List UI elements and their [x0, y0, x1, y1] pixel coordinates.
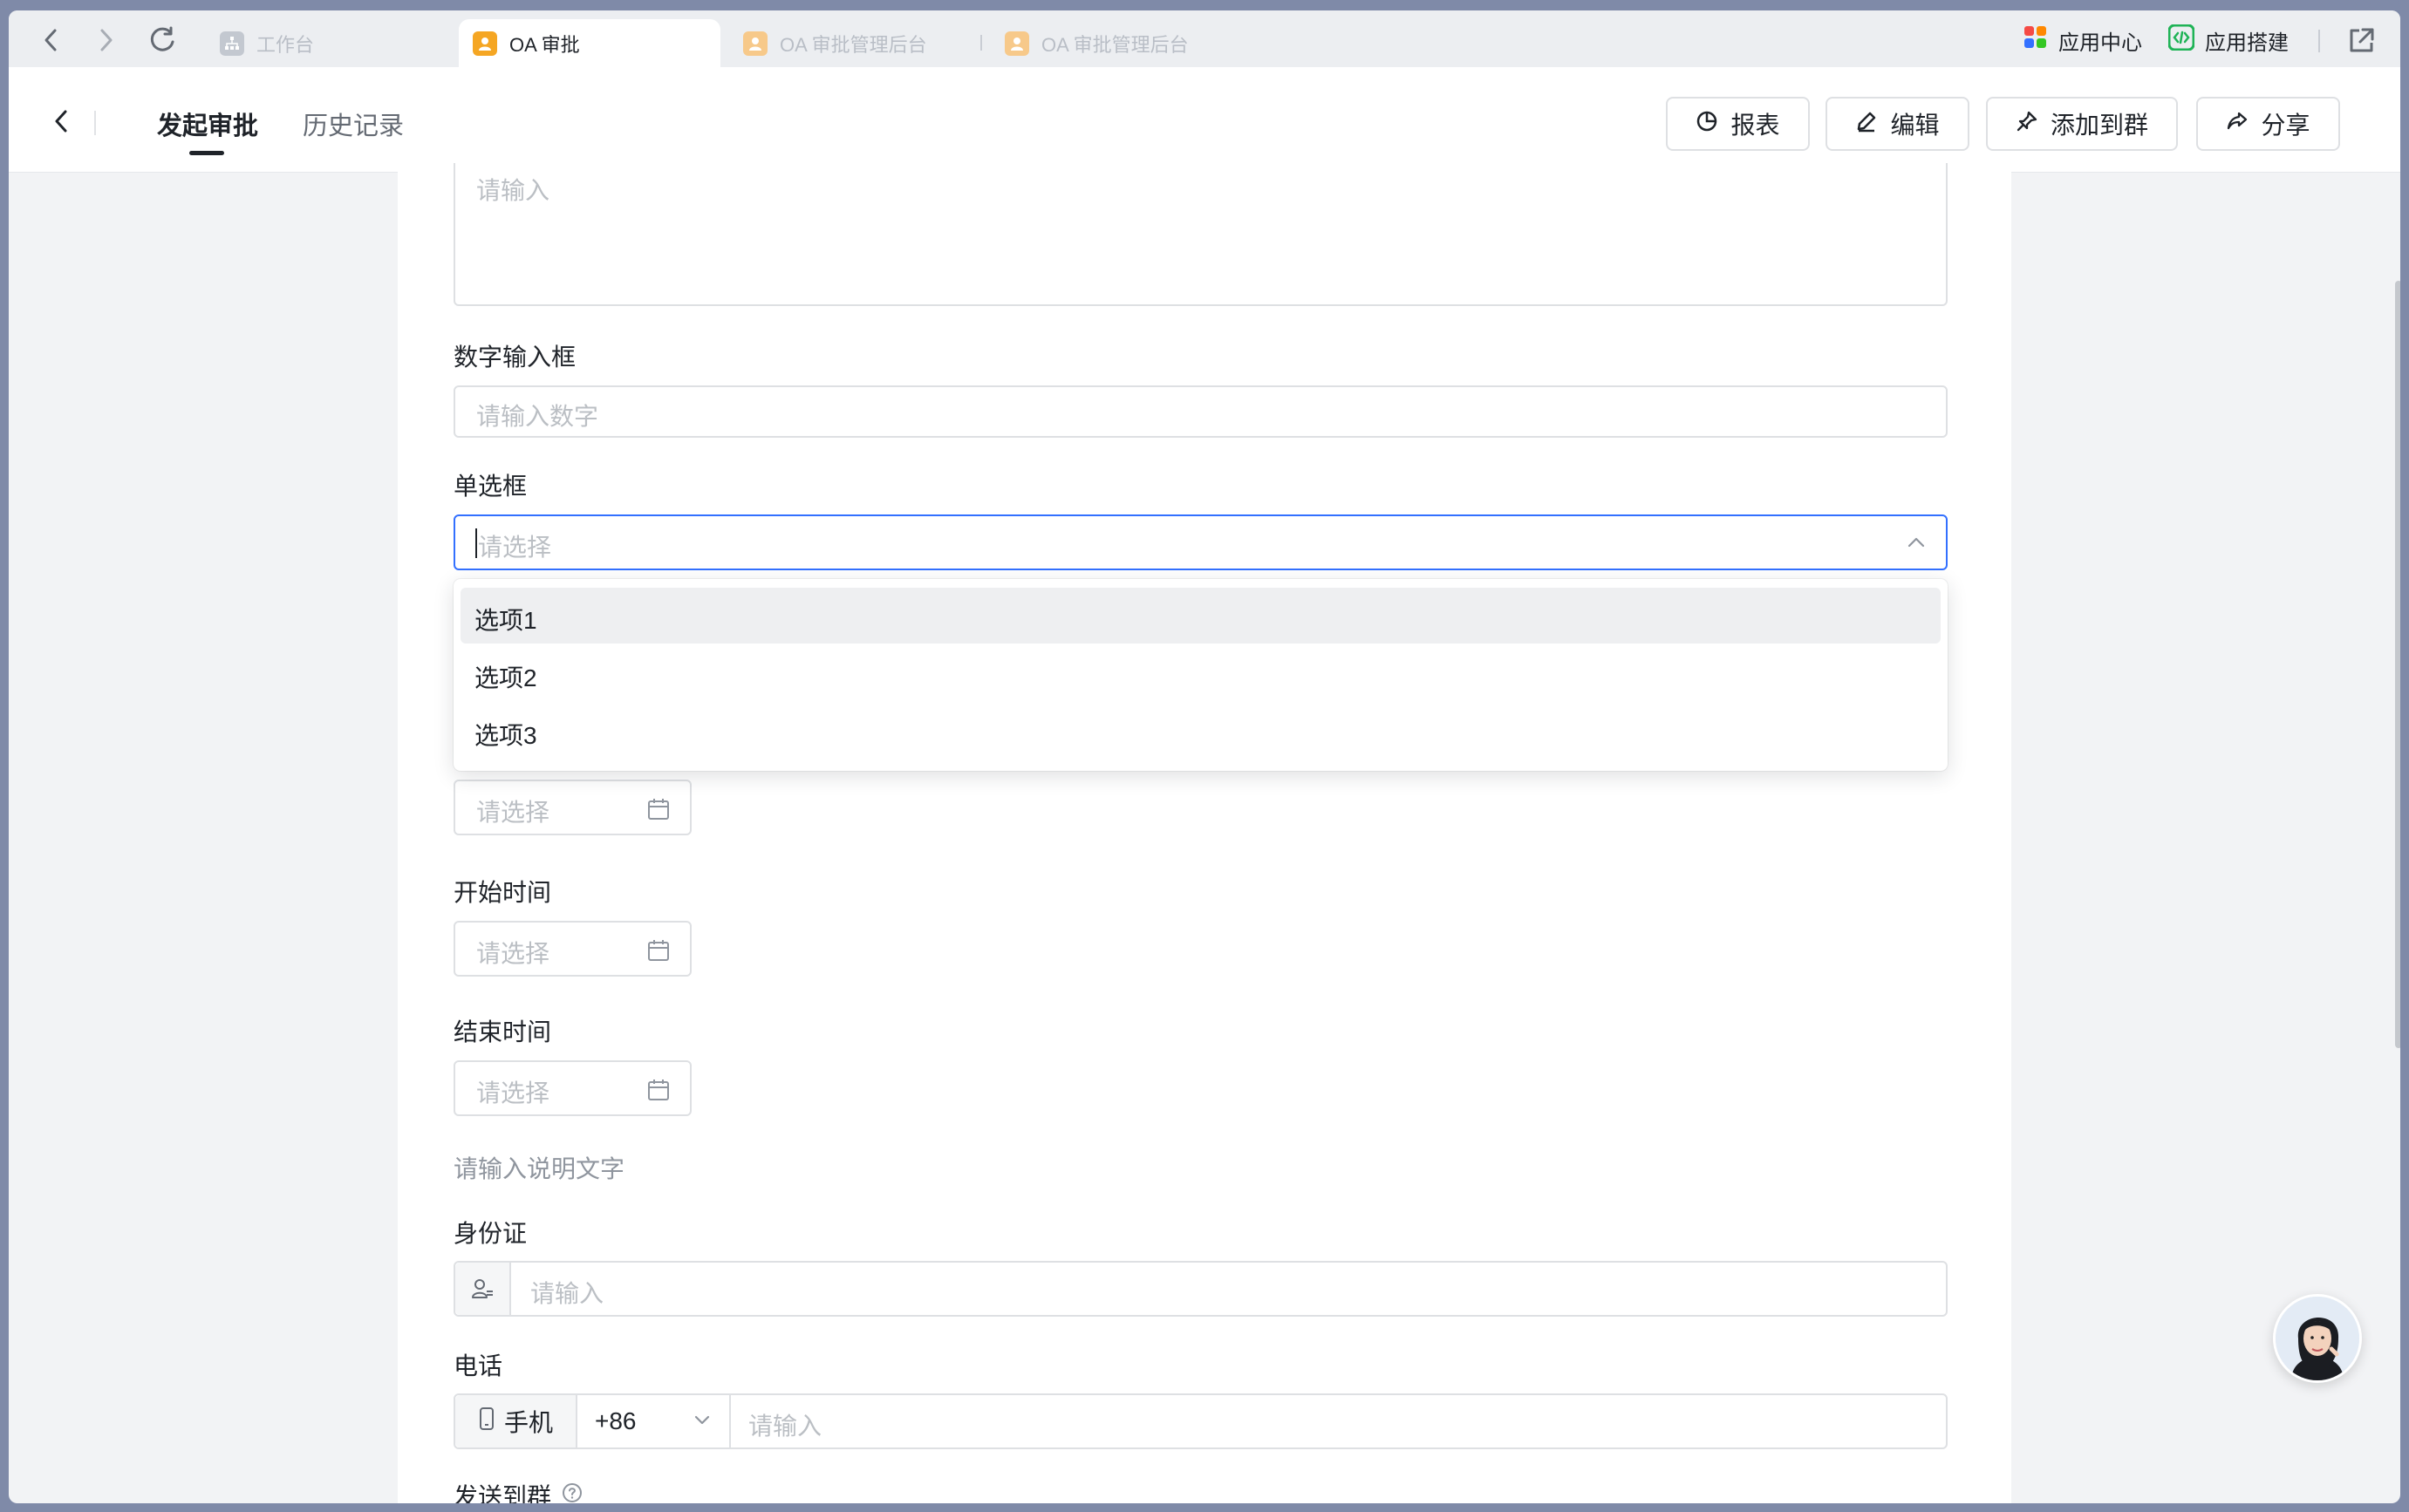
help-icon[interactable] [562, 1481, 583, 1503]
phone-placeholder[interactable]: 请输入 [748, 1407, 822, 1442]
date-field[interactable]: 请选择 [454, 780, 692, 835]
browser-tab-bar: 工作台 OA 审批 OA 审批管理后台 OA 审批管理后台 应用中心 应用搭建 [9, 10, 2400, 67]
chevron-up-icon[interactable] [1906, 534, 1927, 555]
number-label: 数字输入框 [454, 344, 577, 371]
phone-type-selector[interactable]: 手机 [455, 1395, 577, 1447]
divider [94, 111, 96, 135]
open-external-icon[interactable] [2344, 23, 2379, 58]
oa-approval-icon [1005, 31, 1029, 56]
dropdown-option[interactable]: 选项3 [461, 703, 1941, 759]
share-button[interactable]: 分享 [2196, 97, 2340, 151]
browser-window: 工作台 OA 审批 OA 审批管理后台 OA 审批管理后台 应用中心 应用搭建 … [9, 10, 2400, 1503]
mobile-phone-icon [478, 1406, 495, 1437]
tab-label: OA 审批 [509, 33, 580, 56]
pie-chart-icon [1696, 110, 1718, 139]
description-text: 请输入说明文字 [454, 1155, 625, 1182]
edit-label: 编辑 [1890, 112, 1940, 139]
option-label: 选项3 [474, 722, 537, 749]
app-builder-label: 应用搭建 [2205, 31, 2289, 55]
chevron-down-icon [693, 1413, 712, 1433]
workbench-icon [220, 31, 244, 56]
option-label: 选项1 [474, 607, 537, 634]
id-card-placeholder: 请输入 [530, 1280, 604, 1307]
send-to-group-row: 发送到群 [454, 1478, 583, 1503]
app-builder-link[interactable]: 应用搭建 [2167, 24, 2289, 57]
country-code-select[interactable]: +86 [576, 1395, 731, 1447]
radio-select[interactable]: 请选择 [454, 514, 1948, 570]
oa-approval-icon [473, 31, 497, 56]
number-input[interactable]: 请输入数字 [454, 385, 1948, 438]
back-icon[interactable] [44, 104, 78, 139]
tab-oa-admin-1[interactable]: OA 审批管理后台 [729, 19, 982, 67]
calendar-icon [646, 797, 671, 826]
divider [2318, 30, 2320, 52]
assistant-avatar[interactable] [2273, 1294, 2362, 1383]
start-time-placeholder: 请选择 [476, 940, 550, 967]
tab-label: 工作台 [256, 33, 315, 56]
active-tab-indicator [189, 151, 224, 155]
id-card-label: 身份证 [454, 1220, 528, 1247]
send-to-group-label: 发送到群 [454, 1483, 552, 1503]
end-time-placeholder: 请选择 [476, 1080, 550, 1107]
tab-divider [980, 35, 982, 51]
app-center-link[interactable]: 应用中心 [2023, 24, 2142, 56]
end-time-field[interactable]: 请选择 [454, 1060, 692, 1116]
radio-dropdown: 选项1 选项2 选项3 [454, 579, 1948, 771]
page-header: 发起审批 历史记录 报表 编辑 添加到群 分享 [9, 67, 2400, 173]
start-time-label: 开始时间 [454, 879, 552, 906]
page-scrollbar[interactable] [2395, 281, 2400, 1048]
app-builder-icon [2167, 24, 2195, 57]
option-label: 选项2 [474, 664, 537, 691]
forward-arrow-icon[interactable] [89, 23, 124, 58]
refresh-icon[interactable] [145, 23, 180, 58]
country-code-value: +86 [595, 1407, 637, 1434]
radio-label: 单选框 [454, 473, 528, 500]
id-card-icon [455, 1263, 511, 1315]
tab-history[interactable]: 历史记录 [303, 106, 404, 142]
edit-button[interactable]: 编辑 [1826, 97, 1969, 151]
phone-type-label: 手机 [503, 1409, 553, 1436]
tab-label: OA 审批管理后台 [1041, 33, 1189, 56]
add-to-group-label: 添加到群 [2050, 112, 2148, 139]
dropdown-option[interactable]: 选项1 [461, 588, 1941, 644]
textarea-field[interactable]: 请输入 [454, 163, 1948, 306]
tab-oa-approval[interactable]: OA 审批 [459, 19, 720, 67]
share-label: 分享 [2261, 112, 2310, 139]
pencil-icon [1855, 110, 1878, 139]
report-label: 报表 [1730, 112, 1780, 139]
number-placeholder: 请输入数字 [476, 403, 599, 430]
calendar-icon [646, 1078, 671, 1107]
phone-label: 电话 [454, 1352, 503, 1379]
share-icon [2226, 110, 2249, 139]
phone-input-group: 手机 +86 请输入 [454, 1393, 1948, 1449]
report-button[interactable]: 报表 [1666, 97, 1810, 151]
tab-label: OA 审批管理后台 [780, 33, 927, 56]
back-arrow-icon[interactable] [33, 23, 68, 58]
add-to-group-button[interactable]: 添加到群 [1986, 97, 2178, 151]
dropdown-option[interactable]: 选项2 [461, 645, 1941, 701]
oa-approval-icon [743, 31, 768, 56]
tab-start-approval[interactable]: 发起审批 [157, 106, 258, 142]
radio-placeholder: 请选择 [478, 534, 552, 561]
app-center-label: 应用中心 [2058, 31, 2142, 55]
app-center-icon [2023, 25, 2048, 56]
end-time-label: 结束时间 [454, 1018, 552, 1045]
pin-icon [2016, 110, 2038, 139]
calendar-icon [646, 938, 671, 967]
id-card-input[interactable]: 请输入 [454, 1261, 1948, 1317]
tab-workbench[interactable]: 工作台 [206, 19, 459, 67]
date-placeholder: 请选择 [476, 799, 550, 826]
textarea-placeholder: 请输入 [476, 177, 550, 204]
text-cursor [475, 528, 477, 558]
tab-oa-admin-2[interactable]: OA 审批管理后台 [991, 19, 1244, 67]
start-time-field[interactable]: 请选择 [454, 921, 692, 977]
